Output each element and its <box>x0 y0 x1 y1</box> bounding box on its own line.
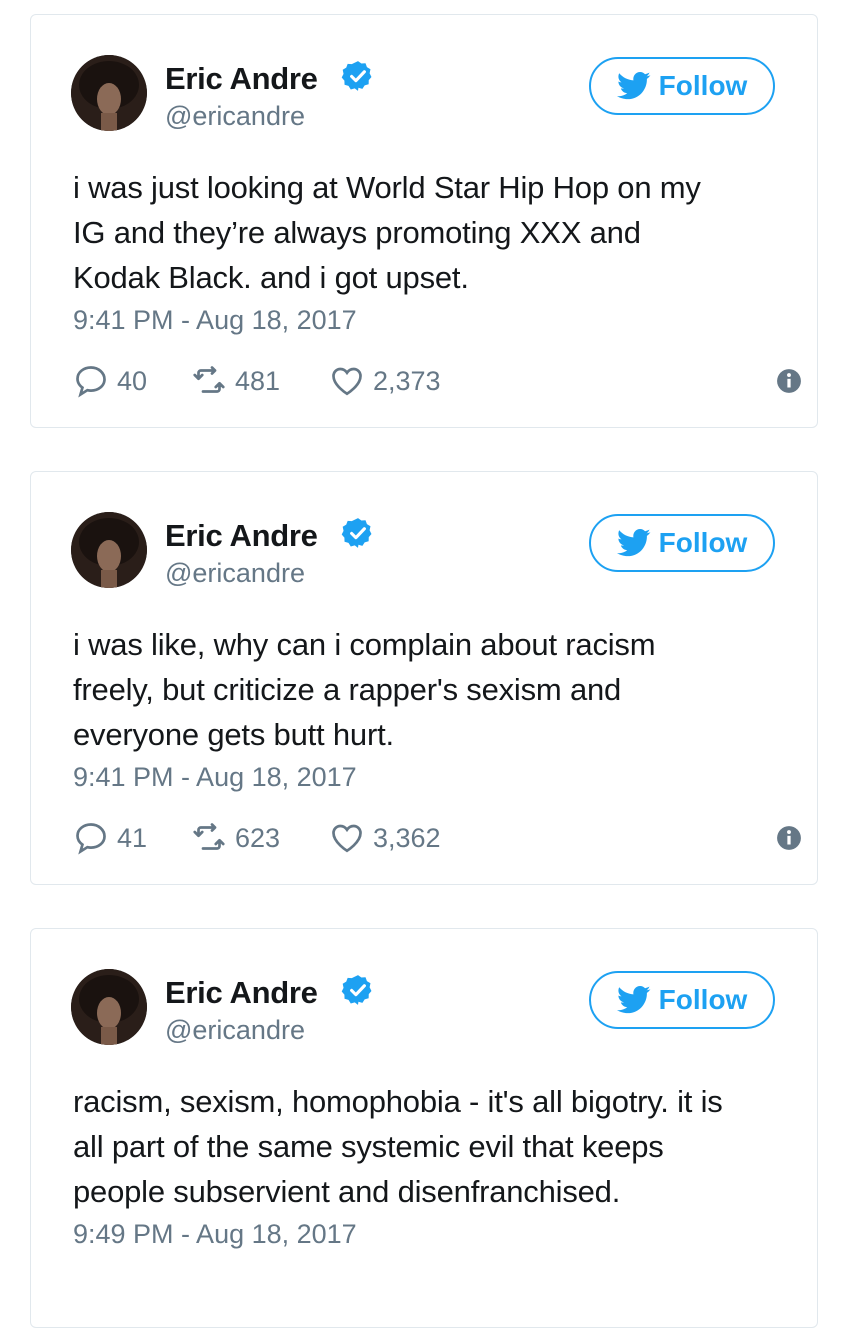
info-icon[interactable] <box>776 825 802 851</box>
reply-button[interactable]: 40 <box>73 363 147 399</box>
retweet-icon <box>193 823 225 850</box>
retweet-button[interactable]: 623 <box>191 820 280 856</box>
tweet-card: Eric Andre @ericandre Follow i was just … <box>30 14 818 428</box>
follow-label: Follow <box>658 70 748 101</box>
tweet-text: racism, sexism, homophobia - it's all bi… <box>73 1084 723 1209</box>
avatar-image <box>71 969 147 1045</box>
reply-count: 40 <box>117 365 148 396</box>
tweet-timestamp[interactable]: 9:49 PM - Aug 18, 2017 <box>73 1219 357 1250</box>
heart-icon <box>332 367 362 396</box>
reply-bubble-icon <box>76 366 106 398</box>
tweet-text: i was like, why can i complain about rac… <box>73 627 656 752</box>
retweet-icon <box>193 366 225 393</box>
tweet-timestamp[interactable]: 9:41 PM - Aug 18, 2017 <box>73 305 357 336</box>
tweet-card: Eric Andre @ericandre Follow racism, sex… <box>30 928 818 1328</box>
reply-count: 41 <box>117 822 148 853</box>
twitter-bird-icon <box>616 985 651 1014</box>
avatar[interactable] <box>71 969 147 1045</box>
like-count: 3,362 <box>373 822 441 853</box>
info-icon[interactable] <box>776 368 802 394</box>
author-name[interactable]: Eric Andre <box>165 518 318 554</box>
reply-bubble-icon <box>76 823 106 855</box>
verified-badge-icon <box>341 61 372 91</box>
avatar-image <box>71 512 147 588</box>
tweet-card: Eric Andre @ericandre Follow i was like,… <box>30 471 818 885</box>
retweet-button[interactable]: 481 <box>191 363 280 399</box>
verified-badge-icon <box>341 975 372 1005</box>
author-handle[interactable]: @ericandre <box>165 1015 305 1046</box>
twitter-bird-icon <box>616 71 651 100</box>
author-name[interactable]: Eric Andre <box>165 61 318 97</box>
follow-label: Follow <box>658 527 748 558</box>
author-handle[interactable]: @ericandre <box>165 558 305 589</box>
follow-button[interactable]: Follow <box>589 514 775 572</box>
retweet-count: 481 <box>235 365 281 396</box>
verified-badge-icon <box>341 518 372 548</box>
heart-icon <box>332 824 362 853</box>
reply-button[interactable]: 41 <box>73 820 147 856</box>
tweet-text: i was just looking at World Star Hip Hop… <box>73 170 701 295</box>
avatar[interactable] <box>71 512 147 588</box>
author-handle[interactable]: @ericandre <box>165 101 305 132</box>
author-name[interactable]: Eric Andre <box>165 975 318 1011</box>
like-button[interactable]: 2,373 <box>329 363 441 399</box>
tweet-timestamp[interactable]: 9:41 PM - Aug 18, 2017 <box>73 762 357 793</box>
tweet-actions: 40 481 2,373 <box>73 363 801 399</box>
retweet-count: 623 <box>235 822 281 853</box>
like-count: 2,373 <box>373 365 441 396</box>
follow-button[interactable]: Follow <box>589 971 775 1029</box>
twitter-bird-icon <box>616 528 651 557</box>
avatar[interactable] <box>71 55 147 131</box>
follow-button[interactable]: Follow <box>589 57 775 115</box>
follow-label: Follow <box>658 984 748 1015</box>
tweet-actions: 41 623 3,362 <box>73 820 801 856</box>
avatar-image <box>71 55 147 131</box>
like-button[interactable]: 3,362 <box>329 820 441 856</box>
